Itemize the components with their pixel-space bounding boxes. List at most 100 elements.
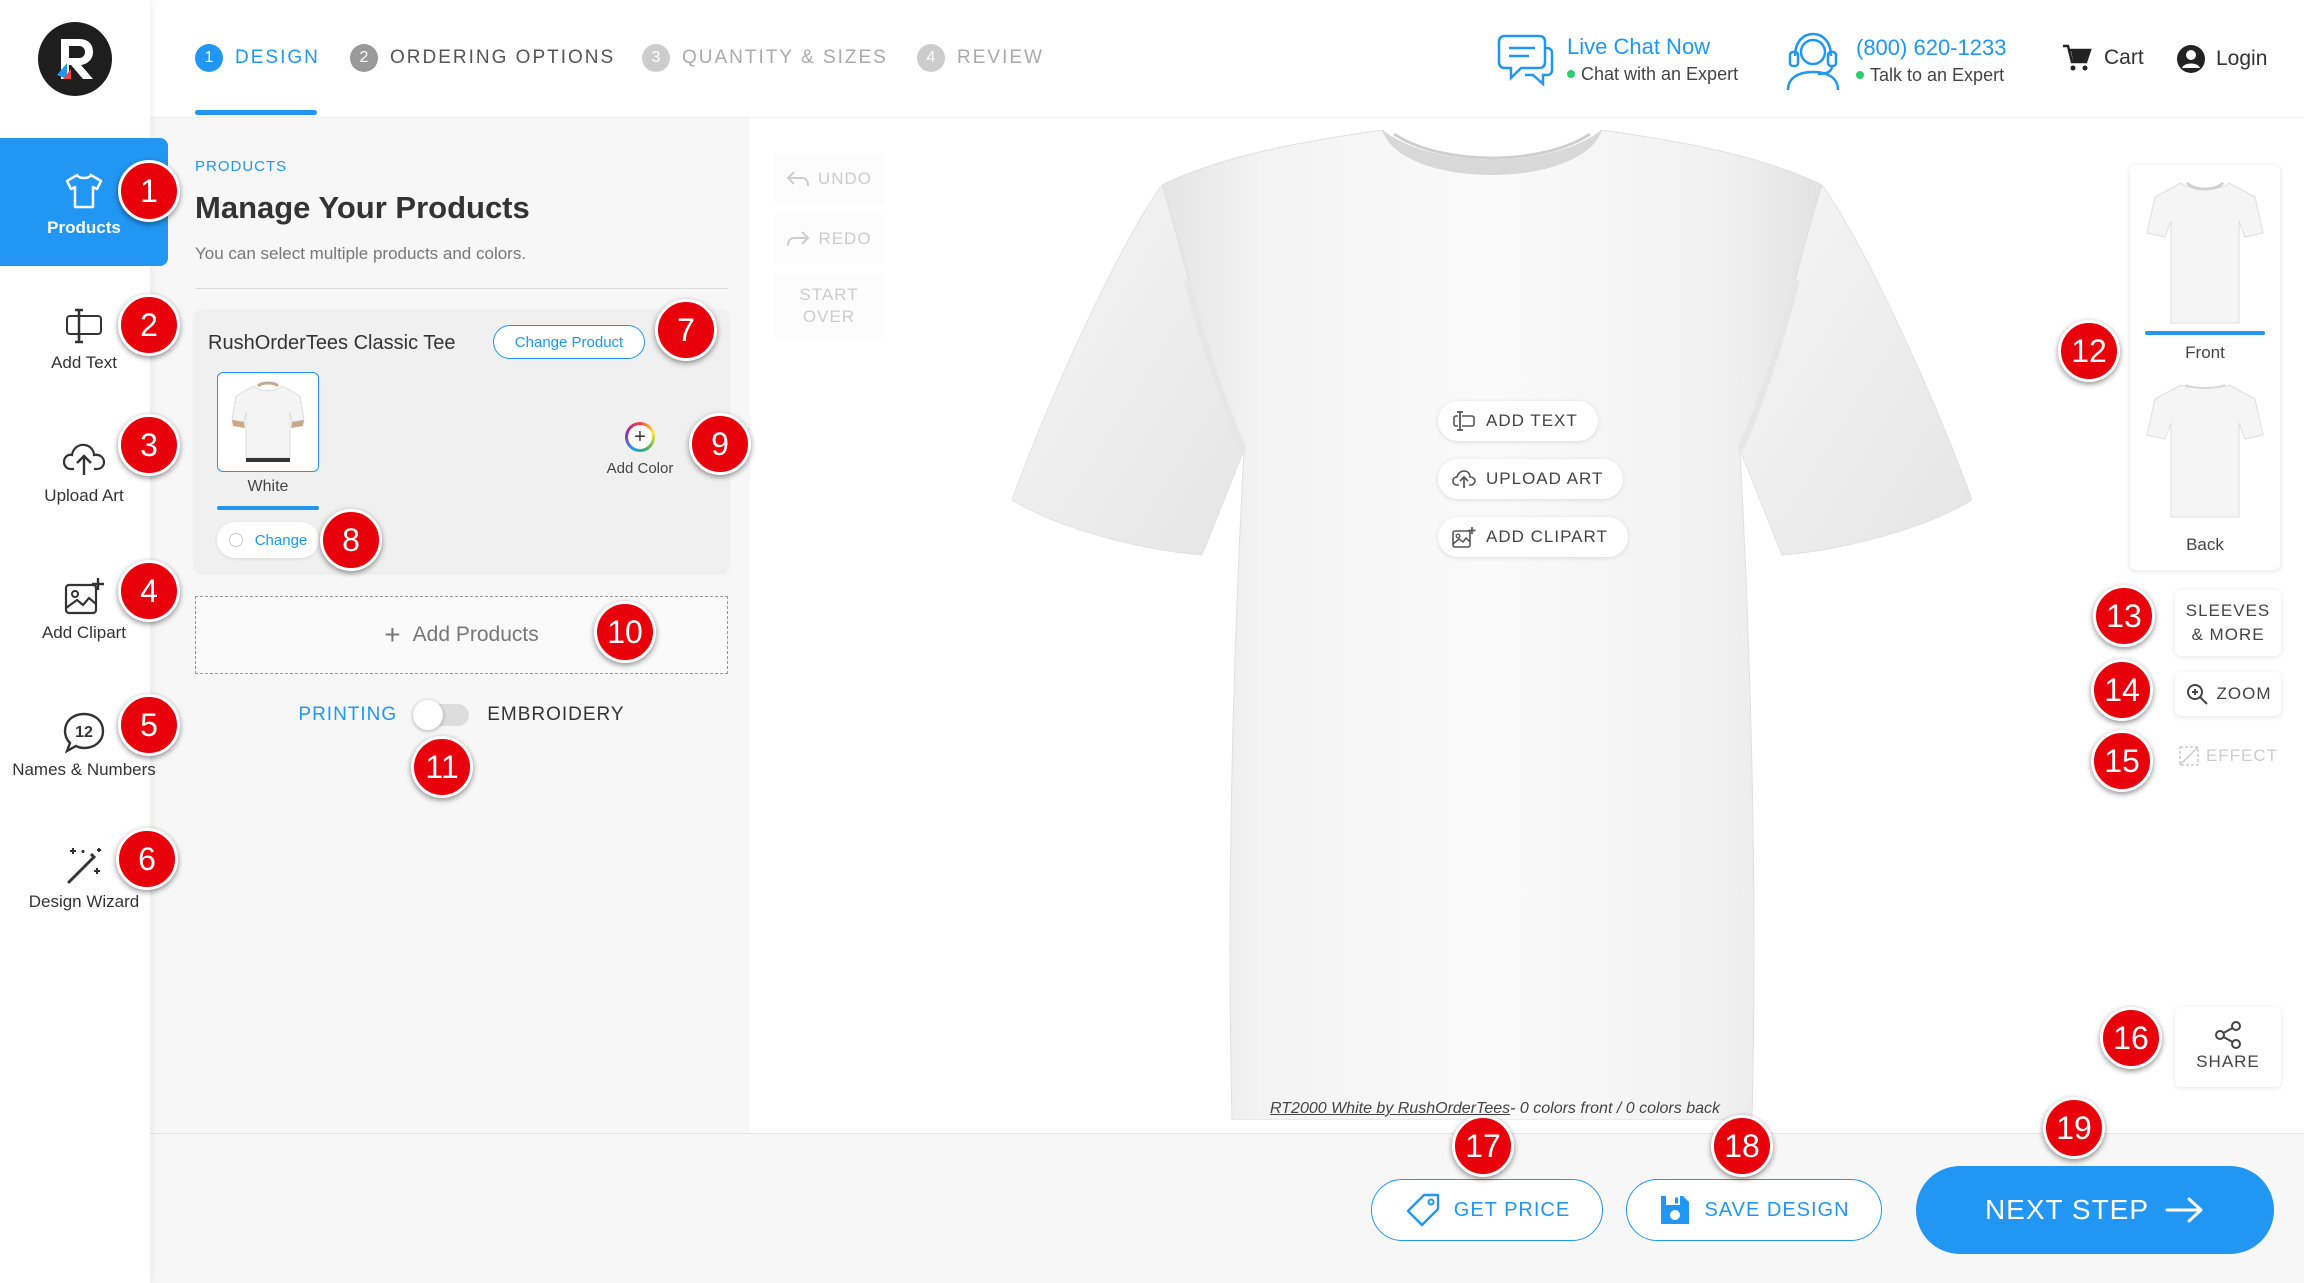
redo-button[interactable]: REDO <box>774 214 884 264</box>
zoom-icon <box>2186 684 2208 705</box>
step-quantity-sizes: 3 QUANTITY & SIZES <box>642 44 888 72</box>
annotation-marker: 18 <box>1711 1115 1773 1177</box>
printing-label[interactable]: PRINTING <box>298 704 397 726</box>
phone-number: (800) 620-1233 <box>1856 34 2007 60</box>
view-back[interactable]: Back <box>2140 377 2270 555</box>
canvas-add-clipart-button[interactable]: ADD CLIPART <box>1438 517 1628 557</box>
front-view-thumbnail <box>2146 181 2264 324</box>
tshirt-thumbnail <box>231 381 305 462</box>
brand-logo[interactable] <box>38 22 112 96</box>
cart-icon <box>2063 44 2092 71</box>
color-swatch-white[interactable] <box>217 372 319 472</box>
embroidery-label[interactable]: EMBROIDERY <box>487 704 624 726</box>
effect-icon <box>2179 746 2199 766</box>
cart-link[interactable]: Cart <box>2062 44 2144 72</box>
step-design[interactable]: 1 DESIGN <box>195 44 320 72</box>
annotation-marker: 5 <box>118 694 180 756</box>
design-canvas: UNDO REDO START OVER ADD TEXT UPLOAD ART… <box>750 118 2304 1133</box>
step-review: 4 REVIEW <box>917 44 1044 72</box>
add-color-icon: + <box>625 422 655 452</box>
text-cursor-icon <box>1453 411 1475 431</box>
sidebar-item-label: Upload Art <box>44 486 124 505</box>
color-name: White <box>247 478 289 495</box>
method-toggle[interactable] <box>413 700 470 730</box>
checkbox-icon <box>228 533 243 547</box>
sidebar-item-label: Design Wizard <box>28 892 140 911</box>
share-button[interactable]: SHARE <box>2175 1007 2281 1087</box>
annotation-marker: 1 <box>118 160 180 222</box>
sidebar-item-label: Add Text <box>51 353 117 372</box>
view-front[interactable]: Front <box>2140 175 2270 363</box>
get-price-button[interactable]: GET PRICE <box>1371 1179 1603 1241</box>
sleeves-more-button[interactable]: SLEEVES & MORE <box>2175 590 2281 656</box>
share-icon <box>2215 1021 2241 1049</box>
undo-icon <box>786 171 809 187</box>
product-card: RushOrderTees Classic Tee Change Product… <box>195 310 728 572</box>
annotation-marker: 14 <box>2091 659 2153 721</box>
annotation-marker: 3 <box>118 414 180 476</box>
login-link[interactable]: Login <box>2176 44 2267 74</box>
zoom-button[interactable]: ZOOM <box>2175 672 2281 716</box>
user-icon <box>2177 45 2205 73</box>
svg-text:12: 12 <box>75 724 93 741</box>
number-badge-icon: 12 <box>60 709 108 757</box>
view-selector: Front Back <box>2130 165 2280 570</box>
magic-wand-icon <box>60 841 108 889</box>
cloud-upload-icon <box>1452 470 1476 488</box>
toggle-knob <box>413 700 444 730</box>
live-chat-link[interactable]: Live Chat Now Chat with an Expert <box>1495 28 1738 90</box>
chat-bubble-icon <box>1497 34 1554 87</box>
undo-button[interactable]: UNDO <box>774 154 884 204</box>
annotation-marker: 16 <box>2100 1007 2162 1069</box>
phone-sub: Talk to an Expert <box>1870 64 2005 85</box>
top-bar: 1 DESIGN 2 ORDERING OPTIONS 3 QUANTITY &… <box>150 0 2304 118</box>
cloud-upload-icon <box>60 435 108 483</box>
redo-icon <box>787 231 810 247</box>
change-color-button[interactable]: Change <box>217 522 319 558</box>
tshirt-icon <box>60 167 108 215</box>
save-design-button[interactable]: SAVE DESIGN <box>1626 1179 1882 1241</box>
arrow-right-icon <box>2165 1197 2203 1223</box>
annotation-marker: 12 <box>2058 320 2120 382</box>
step-ordering-options[interactable]: 2 ORDERING OPTIONS <box>350 44 615 72</box>
view-selected-indicator <box>2145 331 2265 335</box>
edit-tools: UNDO REDO START OVER <box>774 154 884 348</box>
page-subtitle: You can select multiple products and col… <box>195 244 527 263</box>
annotation-marker: 13 <box>2093 585 2155 647</box>
active-step-indicator <box>195 110 317 115</box>
annotation-marker: 19 <box>2043 1097 2105 1159</box>
product-caption-link[interactable]: RT2000 White by RushOrderTees <box>1270 1100 1510 1117</box>
online-dot <box>1856 71 1864 79</box>
annotation-marker: 10 <box>594 601 656 663</box>
add-color-button[interactable]: + Add Color <box>600 422 680 477</box>
tshirt-mockup <box>1012 130 1972 1120</box>
plus-icon: + <box>384 619 401 650</box>
sidebar-item-label: Products <box>47 218 121 237</box>
annotation-marker: 2 <box>118 294 180 356</box>
headset-icon <box>1786 32 1840 91</box>
save-icon <box>1661 1196 1690 1224</box>
live-chat-title: Live Chat Now <box>1567 33 1711 59</box>
phone-link[interactable]: (800) 620-1233 Talk to an Expert <box>1782 28 2006 92</box>
annotation-marker: 17 <box>1452 1115 1514 1177</box>
annotation-marker: 9 <box>689 413 751 475</box>
page-title: Manage Your Products <box>195 190 530 225</box>
next-step-button[interactable]: NEXT STEP <box>1916 1166 2274 1254</box>
sidebar-item-label: Names & Numbers <box>12 760 156 779</box>
products-panel: PRODUCTS Manage Your Products You can se… <box>150 118 750 1133</box>
annotation-marker: 8 <box>320 509 382 571</box>
app-root: Products Add Text Upload Art Add Clipart… <box>0 0 2304 1283</box>
bottom-action-bar: GET PRICE SAVE DESIGN NEXT STEP <box>150 1133 2304 1283</box>
image-plus-icon <box>60 572 108 620</box>
annotation-marker: 7 <box>655 299 717 361</box>
canvas-upload-art-button[interactable]: UPLOAD ART <box>1438 459 1624 499</box>
back-view-thumbnail <box>2146 384 2264 518</box>
start-over-button[interactable]: START OVER <box>774 274 884 338</box>
online-dot <box>1567 70 1575 78</box>
canvas-add-text-button[interactable]: ADD TEXT <box>1438 401 1598 441</box>
annotation-marker: 11 <box>411 736 473 798</box>
annotation-marker: 4 <box>118 560 180 622</box>
product-caption: RT2000 White by RushOrderTees- 0 colors … <box>1270 1100 1720 1117</box>
product-name: RushOrderTees Classic Tee <box>208 332 456 354</box>
change-product-button[interactable]: Change Product <box>493 325 645 359</box>
